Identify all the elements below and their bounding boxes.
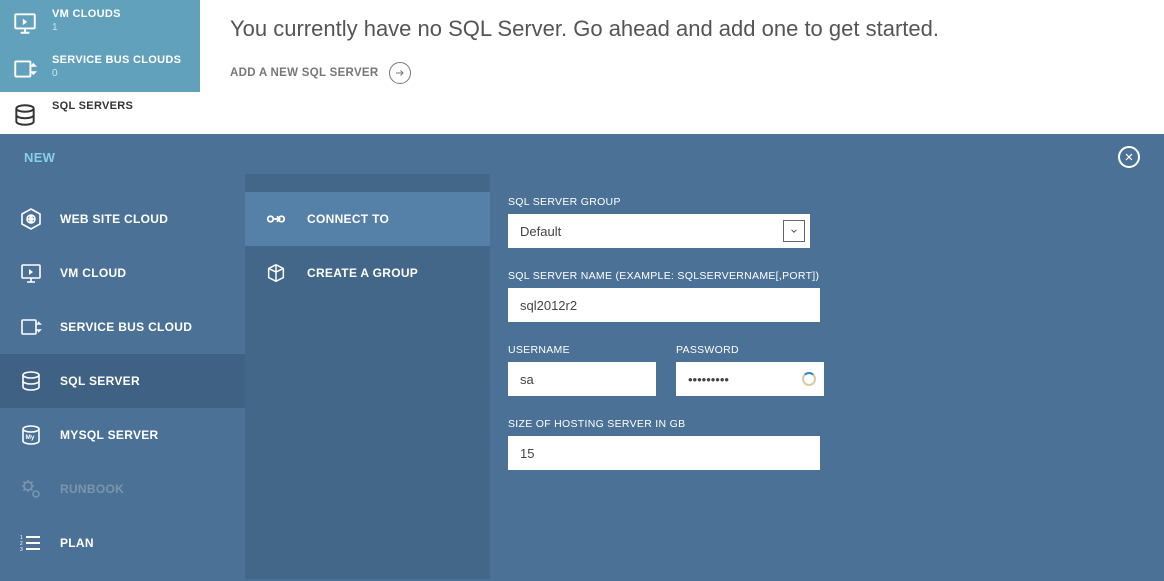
sidebar-item-vm-clouds[interactable]: VM CLOUDS 1 — [0, 0, 200, 46]
empty-state-message: You currently have no SQL Server. Go ahe… — [230, 16, 1134, 42]
globe-icon — [18, 206, 44, 232]
category-web-site-cloud[interactable]: WEB SITE CLOUD — [0, 192, 245, 246]
category-label: SQL SERVER — [60, 374, 140, 388]
action-connect-to[interactable]: CONNECT TO — [245, 192, 490, 246]
arrow-right-icon — [389, 62, 411, 84]
sql-group-select[interactable]: Default — [508, 214, 810, 248]
svg-text:My: My — [26, 434, 35, 441]
category-label: PLAN — [60, 536, 94, 550]
close-button[interactable] — [1118, 146, 1140, 168]
loading-spinner-icon — [802, 372, 816, 386]
category-label: VM CLOUD — [60, 266, 126, 280]
add-sql-server-link[interactable]: ADD A NEW SQL SERVER — [230, 62, 411, 84]
svg-text:3: 3 — [20, 547, 23, 553]
username-label: USERNAME — [508, 344, 656, 356]
main-content: You currently have no SQL Server. Go ahe… — [200, 0, 1164, 100]
category-user-account[interactable]: USER ACCOUNT — [0, 570, 245, 581]
sidebar-item-service-bus-clouds[interactable]: SERVICE BUS CLOUDS 0 — [0, 46, 200, 92]
mysql-icon: My — [18, 422, 44, 448]
connect-icon — [263, 206, 289, 232]
size-input[interactable] — [508, 436, 820, 470]
username-input[interactable] — [508, 362, 656, 396]
action-create-group[interactable]: CREATE A GROUP — [245, 246, 490, 300]
service-bus-icon — [10, 54, 40, 84]
category-label: SERVICE BUS CLOUD — [60, 320, 192, 334]
composer-form: SQL SERVER GROUP Default SQL SERVER NAME… — [490, 174, 1164, 579]
composer-category-list: WEB SITE CLOUD VM CLOUD SERVICE BUS CLOU… — [0, 174, 245, 579]
sql-group-label: SQL SERVER GROUP — [508, 196, 1144, 208]
sql-name-label: SQL SERVER NAME (EXAMPLE: SQLSERVERNAME[… — [508, 270, 1144, 282]
service-bus-icon — [18, 314, 44, 340]
category-plan[interactable]: 123 PLAN — [0, 516, 245, 570]
database-icon — [18, 368, 44, 394]
gear-icon — [18, 476, 44, 502]
select-value: Default — [520, 224, 561, 239]
sidebar-item-label: VM CLOUDS — [52, 8, 121, 20]
chevron-down-icon — [783, 220, 805, 242]
category-sql-server[interactable]: SQL SERVER — [0, 354, 245, 408]
new-composer-panel: NEW WEB SITE CLOUD VM CLOUD — [0, 134, 1164, 581]
sidebar-item-label: SERVICE BUS CLOUDS — [52, 54, 181, 66]
database-icon — [10, 100, 40, 130]
action-label: CONNECT TO — [307, 212, 389, 226]
monitor-icon — [18, 260, 44, 286]
category-label: RUNBOOK — [60, 482, 124, 496]
composer-title: NEW — [24, 150, 55, 165]
category-label: MYSQL SERVER — [60, 428, 159, 442]
sidebar-item-label: SQL SERVERS — [52, 100, 133, 112]
category-vm-cloud[interactable]: VM CLOUD — [0, 246, 245, 300]
size-label: SIZE OF HOSTING SERVER IN GB — [508, 418, 1144, 430]
category-service-bus-cloud[interactable]: SERVICE BUS CLOUD — [0, 300, 245, 354]
list-icon: 123 — [18, 530, 44, 556]
password-label: PASSWORD — [676, 344, 824, 356]
action-label: CREATE A GROUP — [307, 266, 418, 280]
sidebar-item-count: 1 — [52, 22, 121, 33]
main-sidebar: VM CLOUDS 1 SERVICE BUS CLOUDS 0 SQL SER… — [0, 0, 200, 138]
sql-name-input[interactable] — [508, 288, 820, 322]
category-mysql-server[interactable]: My MYSQL SERVER — [0, 408, 245, 462]
sidebar-item-sql-servers[interactable]: SQL SERVERS — [0, 92, 200, 138]
sidebar-item-count: 0 — [52, 68, 181, 79]
monitor-icon — [10, 8, 40, 38]
package-icon — [263, 260, 289, 286]
add-link-label: ADD A NEW SQL SERVER — [230, 67, 379, 79]
composer-action-list: CONNECT TO CREATE A GROUP — [245, 174, 490, 579]
category-label: WEB SITE CLOUD — [60, 212, 168, 226]
category-runbook: RUNBOOK — [0, 462, 245, 516]
